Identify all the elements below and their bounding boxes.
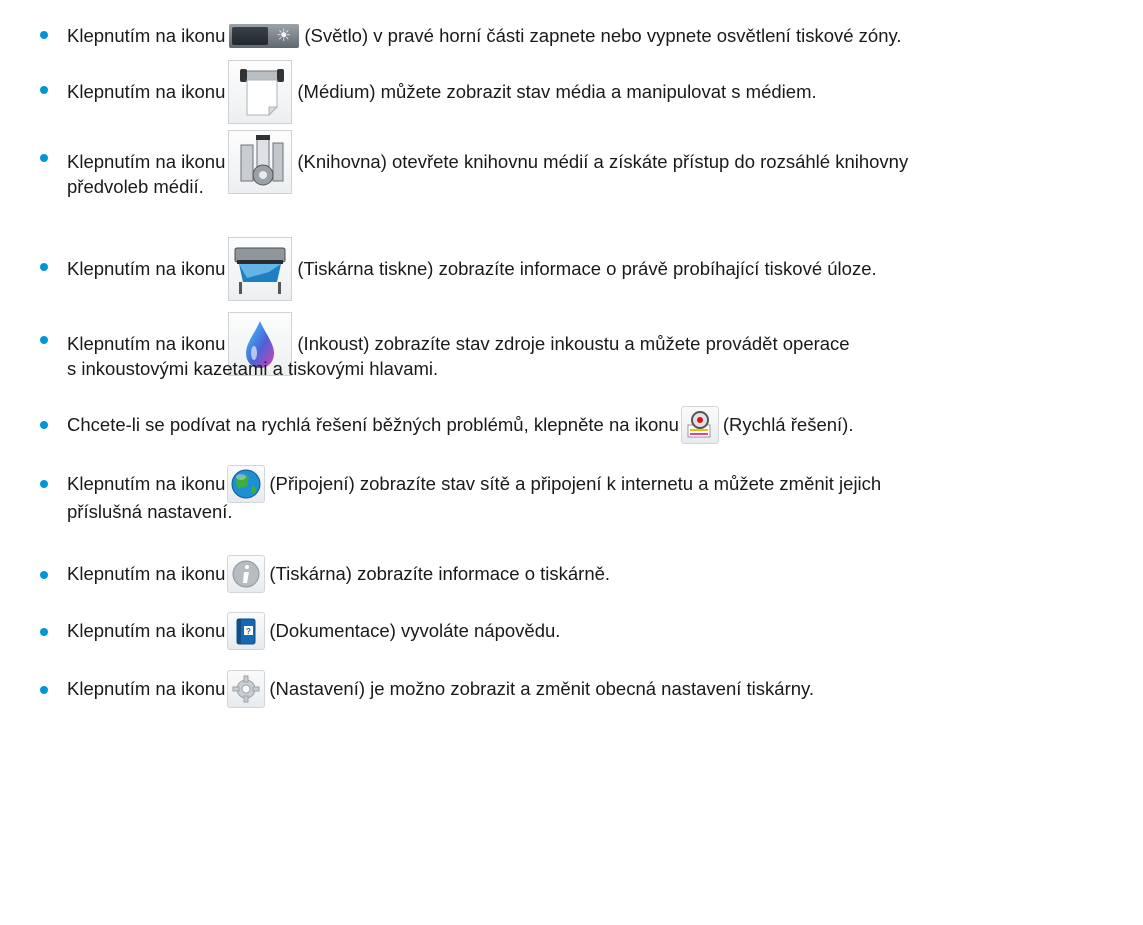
item-prefix: Klepnutím na ikonu xyxy=(67,620,226,641)
item-continuation: s inkoustovými kazetami a tiskovými hlav… xyxy=(67,358,439,379)
bullet xyxy=(40,31,48,39)
item-text: (Dokumentace) vyvoláte nápovědu. xyxy=(269,620,561,641)
media-roll-icon[interactable] xyxy=(228,60,293,124)
item-text: (Tiskárna) zobrazíte informace o tiskárn… xyxy=(269,563,611,584)
bullet xyxy=(40,263,48,271)
svg-text:?: ? xyxy=(246,627,251,636)
item-prefix: Klepnutím na ikonu xyxy=(67,333,226,354)
item-text: (Inkoust) zobrazíte stav zdroje inkoustu… xyxy=(297,333,850,354)
bullet xyxy=(40,480,48,488)
item-text: (Světlo) v pravé horní části zapnete neb… xyxy=(304,25,902,46)
item-prefix: Klepnutím na ikonu xyxy=(67,678,226,699)
item-continuation: příslušná nastavení. xyxy=(67,501,233,522)
bullet xyxy=(40,86,48,94)
item-prefix: Klepnutím na ikonu xyxy=(67,258,226,279)
settings-gear-icon[interactable] xyxy=(227,670,266,708)
item-prefix: Chcete-li se podívat na rychlá řešení bě… xyxy=(67,414,679,435)
media-library-icon[interactable] xyxy=(228,130,293,194)
item-prefix: Klepnutím na ikonu xyxy=(67,151,226,172)
bullet xyxy=(40,571,48,579)
quick-solutions-icon[interactable] xyxy=(680,406,719,444)
item-prefix: Klepnutím na ikonu xyxy=(67,473,226,494)
item-text: (Připojení) zobrazíte stav sítě a připoj… xyxy=(269,473,882,494)
item-prefix: Klepnutím na ikonu xyxy=(67,81,226,102)
bullet xyxy=(40,154,48,162)
bullet xyxy=(40,336,48,344)
item-text: (Nastavení) je možno zobrazit a změnit o… xyxy=(269,678,815,699)
item-prefix: Klepnutím na ikonu xyxy=(67,563,226,584)
documentation-book-icon[interactable]: ? xyxy=(227,612,266,650)
light-toggle-icon[interactable]: ☀ xyxy=(229,24,300,48)
item-text: (Tiskárna tiskne) zobrazíte informace o … xyxy=(297,258,877,279)
item-text: (Médium) můžete zobrazit stav média a ma… xyxy=(297,81,817,102)
item-text: (Rychlá řešení). xyxy=(722,414,854,435)
bullet xyxy=(40,421,48,429)
printer-printing-icon[interactable] xyxy=(228,237,293,301)
connectivity-globe-icon[interactable] xyxy=(227,465,266,503)
item-continuation: předvoleb médií. xyxy=(67,176,204,197)
item-prefix: Klepnutím na ikonu xyxy=(67,25,226,46)
printer-info-icon[interactable] xyxy=(227,555,266,593)
bullet xyxy=(40,686,48,694)
item-text: (Knihovna) otevřete knihovnu médií a zís… xyxy=(297,151,909,172)
bullet xyxy=(40,628,48,636)
